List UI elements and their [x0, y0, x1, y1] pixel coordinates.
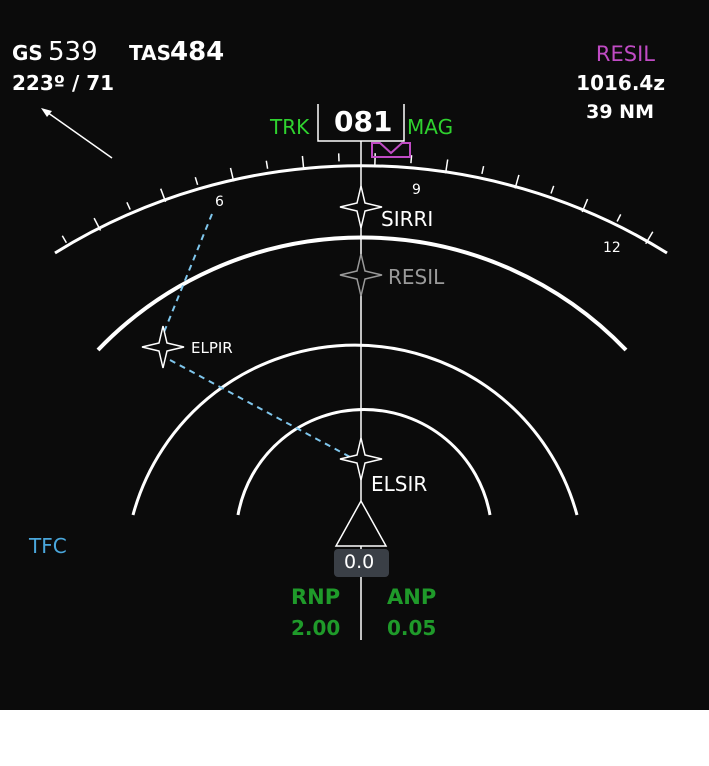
- compass-label-6: 6: [215, 194, 224, 210]
- compass-tick: [61, 235, 68, 244]
- rnp-label: RNP: [291, 585, 341, 609]
- waypoint-elpir-icon: [141, 325, 185, 369]
- compass-label-9: 9: [412, 182, 421, 198]
- anp-label: ANP: [387, 585, 437, 609]
- compass-tick: [410, 155, 413, 164]
- trk-label: TRK: [270, 115, 310, 139]
- waypoint-sirri-label: SIRRI: [381, 207, 434, 231]
- active-waypoint-name: RESIL: [595, 42, 655, 66]
- compass-tick: [126, 201, 131, 210]
- mag-label: MAG: [407, 115, 454, 139]
- waypoint-elpir-label: ELPIR: [191, 339, 233, 357]
- track-value: 081: [334, 105, 393, 138]
- compass-tick: [194, 176, 199, 186]
- rnp-value: 2.00: [291, 616, 341, 640]
- tas-value: 484: [170, 37, 225, 67]
- waypoint-elsir-label: ELSIR: [371, 472, 428, 496]
- navigation-display: GS 539 TAS 484 223º / 71 RESIL 1016.4z 3…: [0, 0, 709, 710]
- wind-arrow-shaft: [43, 109, 113, 159]
- range-ring-middle: [131, 343, 579, 516]
- wind-readout: 223º / 71: [12, 71, 115, 95]
- compass-tick: [616, 214, 622, 222]
- waypoint-resil-label: RESIL: [388, 265, 445, 289]
- waypoint-resil-icon: [339, 253, 383, 297]
- route-line-6-to-elpir: [159, 213, 213, 343]
- anp-value: 0.05: [387, 616, 437, 640]
- active-waypoint-eta: 1016.4z: [576, 71, 665, 95]
- compass-tick: [550, 185, 555, 194]
- wind-arrow-head: [41, 108, 52, 117]
- aircraft-symbol: [334, 499, 388, 547]
- waypoint-sirri-icon: [339, 185, 383, 229]
- gs-label: GS: [12, 41, 43, 65]
- tas-label: TAS: [129, 41, 171, 65]
- compass-label-12: 12: [603, 240, 621, 256]
- active-waypoint-distance: 39 NM: [586, 101, 654, 123]
- gs-value: 539: [48, 37, 98, 67]
- compass-tick: [481, 165, 485, 175]
- tfc-label: TFC: [29, 534, 67, 558]
- compass-tick: [265, 160, 269, 169]
- aircraft-value: 0.0: [344, 551, 375, 573]
- heading-bug: [371, 142, 411, 158]
